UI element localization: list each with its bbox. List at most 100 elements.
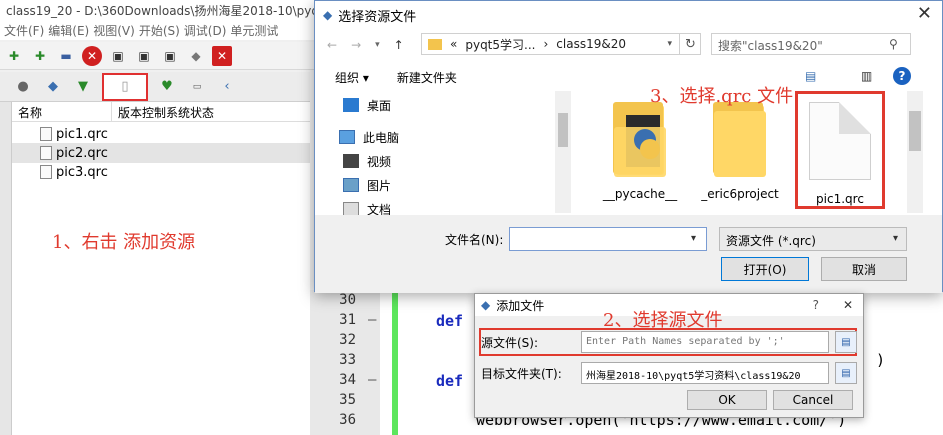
print-icon[interactable]: ▬ — [56, 46, 76, 66]
preview-pane-icon[interactable]: ▥ — [861, 69, 872, 83]
forward-arrow-icon[interactable]: → — [351, 38, 361, 52]
nav-label: 桌面 — [367, 98, 392, 113]
item-name: _eric6project — [701, 187, 779, 201]
list-item[interactable]: pic2.qrc — [12, 143, 310, 163]
up-arrow-icon[interactable]: ↑ — [394, 38, 404, 52]
browse-source-icon[interactable]: ▤ — [835, 331, 857, 353]
qrc-file-icon — [809, 102, 871, 180]
organize-menu[interactable]: 组织 ▾ — [335, 69, 369, 86]
add-file-dialog: ◆ 添加文件 ? ✕ 2、选择源文件 源文件(S): Enter Path Na… — [474, 293, 864, 418]
address-segment[interactable]: pyqt5学习... — [465, 36, 535, 53]
file-type-select[interactable]: 资源文件 (*.qrc) — [719, 227, 907, 251]
ide-menubar: 文件(F) 编辑(E) 视图(V) 开始(S) 调试(D) 单元测试 — [0, 20, 330, 40]
close-icon[interactable]: ✕ — [917, 3, 932, 24]
menu-edit[interactable]: 编辑(E) — [48, 22, 89, 38]
tab-project-icon[interactable]: ● — [12, 76, 34, 98]
new-folder-button[interactable]: 新建文件夹 — [397, 69, 457, 86]
nav-item-pictures[interactable]: 图片 — [343, 174, 391, 196]
ok-button[interactable]: OK — [687, 390, 767, 410]
address-dropdown-icon[interactable]: ▾ — [667, 39, 672, 49]
refresh-icon[interactable]: ↻ — [679, 33, 701, 55]
help-icon[interactable]: ? — [893, 67, 911, 85]
line-number: 34 — [339, 372, 356, 388]
item-name: __pycache__ — [602, 187, 678, 201]
save-as-icon[interactable]: ▣ — [134, 46, 154, 66]
python-app-icon: ◆ — [481, 298, 491, 312]
menu-view[interactable]: 视图(V) — [93, 22, 135, 38]
line-number: 33 — [339, 352, 356, 368]
tab-python-icon[interactable]: ◆ — [42, 76, 64, 98]
column-name[interactable]: 名称 — [12, 102, 112, 121]
close-file-icon[interactable]: ✕ — [212, 45, 232, 66]
erase-icon[interactable]: ◆ — [186, 46, 206, 66]
help-button[interactable]: ? — [813, 298, 819, 312]
qrc-file-icon — [40, 165, 52, 179]
nav-item-this-pc[interactable]: 此电脑 — [339, 126, 399, 148]
recent-chevron-icon[interactable]: ▾ — [375, 40, 380, 50]
tab-idl-icon[interactable]: ▭ — [186, 76, 208, 98]
cancel-button[interactable]: 取消 — [821, 257, 907, 281]
qrc-file-icon — [40, 127, 52, 141]
code-fragment: ) — [876, 351, 886, 369]
tab-resources-icon[interactable]: ▯ — [102, 72, 148, 101]
menu-start[interactable]: 开始(S) — [139, 22, 180, 38]
project-tabs: ● ◆ ▼ ▯ ♥ ▭ ‹ — [0, 72, 310, 102]
line-number: 35 — [339, 392, 356, 408]
chevron-down-icon[interactable]: ▾ — [691, 233, 696, 244]
address-bar[interactable]: « pyqt5学习... › class19&20 ▾ — [421, 33, 701, 55]
line-number: 32 — [339, 332, 356, 348]
save-icon[interactable]: ▣ — [108, 46, 128, 66]
chevron-down-icon[interactable]: ▾ — [893, 233, 898, 244]
menu-file[interactable]: 文件(F) — [4, 22, 44, 38]
qrc-file-icon — [40, 146, 52, 160]
documents-icon — [343, 202, 359, 216]
line-number: 36 — [339, 412, 356, 428]
cancel-button[interactable]: Cancel — [773, 390, 853, 410]
save-all-icon[interactable]: ▣ — [160, 46, 180, 66]
source-label: 源文件(S): — [481, 335, 539, 350]
nav-scroll-thumb[interactable] — [558, 113, 568, 147]
search-input[interactable]: 搜索"class19&20" — [711, 33, 911, 55]
search-icon[interactable]: ⚲ — [889, 37, 898, 51]
folder-item[interactable]: _eric6project — [695, 91, 785, 209]
computer-icon — [339, 130, 355, 144]
file-view-scrollbar[interactable] — [907, 91, 923, 213]
target-row: 目标文件夹(T): 州海星2018-10\pyqt5学习资料\class19&2… — [481, 361, 857, 385]
tab-more-icon[interactable]: ‹ — [216, 76, 238, 98]
close-icon[interactable]: ✕ — [843, 298, 853, 312]
view-options-icon[interactable]: ▤ — [805, 69, 816, 83]
column-vcs-status[interactable]: 版本控制系统状态 — [112, 102, 310, 121]
nav-item-videos[interactable]: 视频 — [343, 150, 391, 172]
back-arrow-icon[interactable]: ← — [327, 38, 337, 52]
new-project-icon[interactable]: ✚ — [30, 46, 50, 66]
source-input[interactable]: Enter Path Names separated by ';' — [581, 331, 829, 353]
address-segment[interactable]: class19&20 — [556, 37, 626, 51]
left-sidebar-strip — [0, 102, 12, 435]
menu-debug[interactable]: 调试(D) — [184, 22, 227, 38]
annotation-step3: 3、选择.qrc 文件 — [650, 86, 794, 107]
tab-translations-icon[interactable]: ♥ — [156, 76, 178, 98]
address-overflow[interactable]: « — [450, 37, 457, 51]
item-name: pic1.qrc — [816, 192, 864, 206]
video-icon — [343, 154, 359, 168]
file-name-input[interactable] — [509, 227, 707, 251]
nav-item-desktop[interactable]: 桌面 — [343, 94, 391, 116]
new-file-icon[interactable]: ✚ — [4, 46, 24, 66]
folder-item[interactable]: __pycache__ — [595, 91, 685, 209]
line-number: 31 — [339, 312, 356, 328]
menu-unittest[interactable]: 单元测试 — [230, 22, 278, 38]
tab-forms-icon[interactable]: ▼ — [72, 76, 94, 98]
fold-toggle[interactable]: – — [368, 312, 378, 328]
file-item-selected[interactable]: pic1.qrc — [795, 91, 885, 209]
browse-target-icon[interactable]: ▤ — [835, 362, 857, 384]
target-input[interactable]: 州海星2018-10\pyqt5学习资料\class19&20 — [581, 362, 829, 384]
folder-icon — [613, 102, 666, 177]
list-item[interactable]: pic1.qrc — [40, 124, 108, 144]
file-view-scroll-thumb[interactable] — [909, 111, 921, 151]
stop-icon[interactable]: ✕ — [82, 45, 102, 66]
fold-toggle[interactable]: – — [368, 372, 378, 388]
open-button[interactable]: 打开(O) — [721, 257, 809, 281]
file-name: pic2.qrc — [56, 145, 108, 161]
list-item[interactable]: pic3.qrc — [40, 162, 108, 182]
nav-scrollbar[interactable] — [555, 91, 571, 213]
